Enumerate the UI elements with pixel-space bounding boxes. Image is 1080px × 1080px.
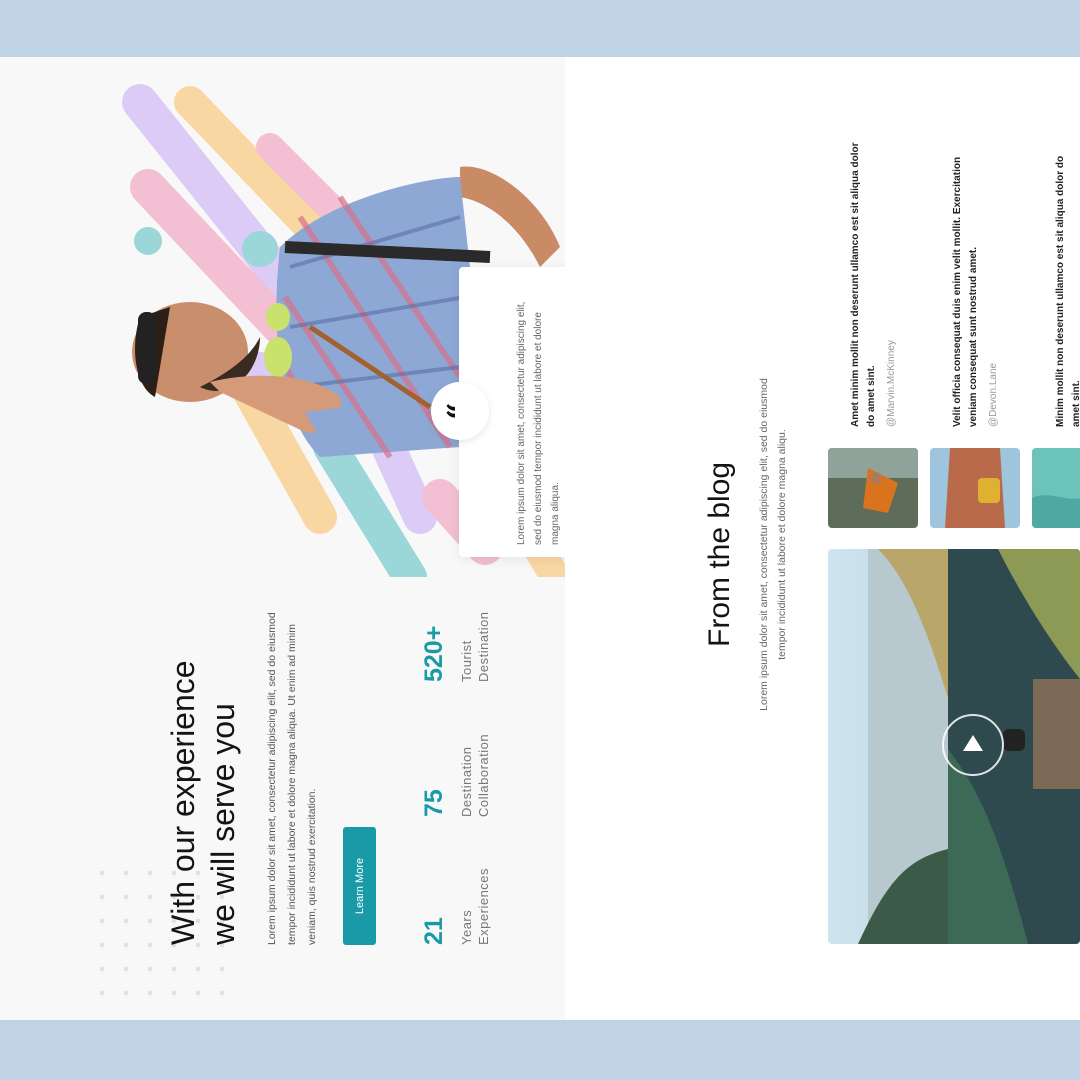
post-thumbnail-3[interactable] xyxy=(1032,448,1080,528)
hero-title-line1: With our experience xyxy=(165,660,201,945)
stat-years-label-line2: Experiences xyxy=(476,867,491,945)
learn-more-wrapper: Learn More xyxy=(343,827,376,945)
testimonial-text: Lorem ipsum dolor sit amet, consectetur … xyxy=(516,301,561,545)
featured-video[interactable] xyxy=(828,549,1080,944)
blog-section: From the blog Lorem ipsum dolor sit amet… xyxy=(565,57,1080,1020)
hero-title: With our experience we will serve you xyxy=(163,660,243,945)
post-3-excerpt[interactable]: Minim mollit non deserunt ullamco est si… xyxy=(1053,137,1080,427)
hero-title-line2: we will serve you xyxy=(205,703,241,945)
play-button[interactable] xyxy=(942,714,1004,776)
stat-tourist-value: 520+ xyxy=(420,625,448,682)
sea-image xyxy=(1032,448,1080,528)
stat-tourist-label: Tourist Destination xyxy=(458,611,492,682)
stat-tourist-label-line2: Destination xyxy=(476,611,491,682)
about-section: Lorem ipsum dolor sit amet, consectetur … xyxy=(0,57,565,1020)
quote-icon: “ xyxy=(441,402,477,420)
blog-description: Lorem ipsum dolor sit amet, consectetur … xyxy=(758,378,788,711)
post-thumbnail-1[interactable] xyxy=(828,448,918,528)
post-1-author[interactable]: @Marvin.McKinney xyxy=(886,340,897,427)
post-1-excerpt[interactable]: Amet minim mollit non deserunt ullamco e… xyxy=(848,137,880,427)
blog-title: From the blog xyxy=(703,461,736,647)
stat-collab-label: Destination Collaboration xyxy=(458,734,492,817)
post-2-author[interactable]: @Devon.Lane xyxy=(988,363,999,427)
stat-collab-label-line2: Collaboration xyxy=(476,733,491,817)
quote-badge: “ xyxy=(431,382,489,440)
monk-image xyxy=(828,448,918,528)
learn-more-button[interactable]: Learn More xyxy=(343,827,376,945)
hero-description: Lorem ipsum dolor sit amet, consectetur … xyxy=(266,612,318,945)
play-icon xyxy=(963,735,983,751)
stat-collab-label-line1: Destination xyxy=(459,746,474,817)
post-thumbnail-2[interactable] xyxy=(930,448,1020,528)
post-2-excerpt[interactable]: Velit officia consequat duis enim velit … xyxy=(950,137,982,427)
stat-years-label-line1: Years xyxy=(459,909,474,945)
stat-tourist-label-line1: Tourist xyxy=(459,640,474,682)
canyon-van-image xyxy=(930,448,1020,528)
stat-collab-value: 75 xyxy=(420,789,448,817)
stat-years-value: 21 xyxy=(420,917,448,945)
stat-years-label: Years Experiences xyxy=(458,868,492,945)
